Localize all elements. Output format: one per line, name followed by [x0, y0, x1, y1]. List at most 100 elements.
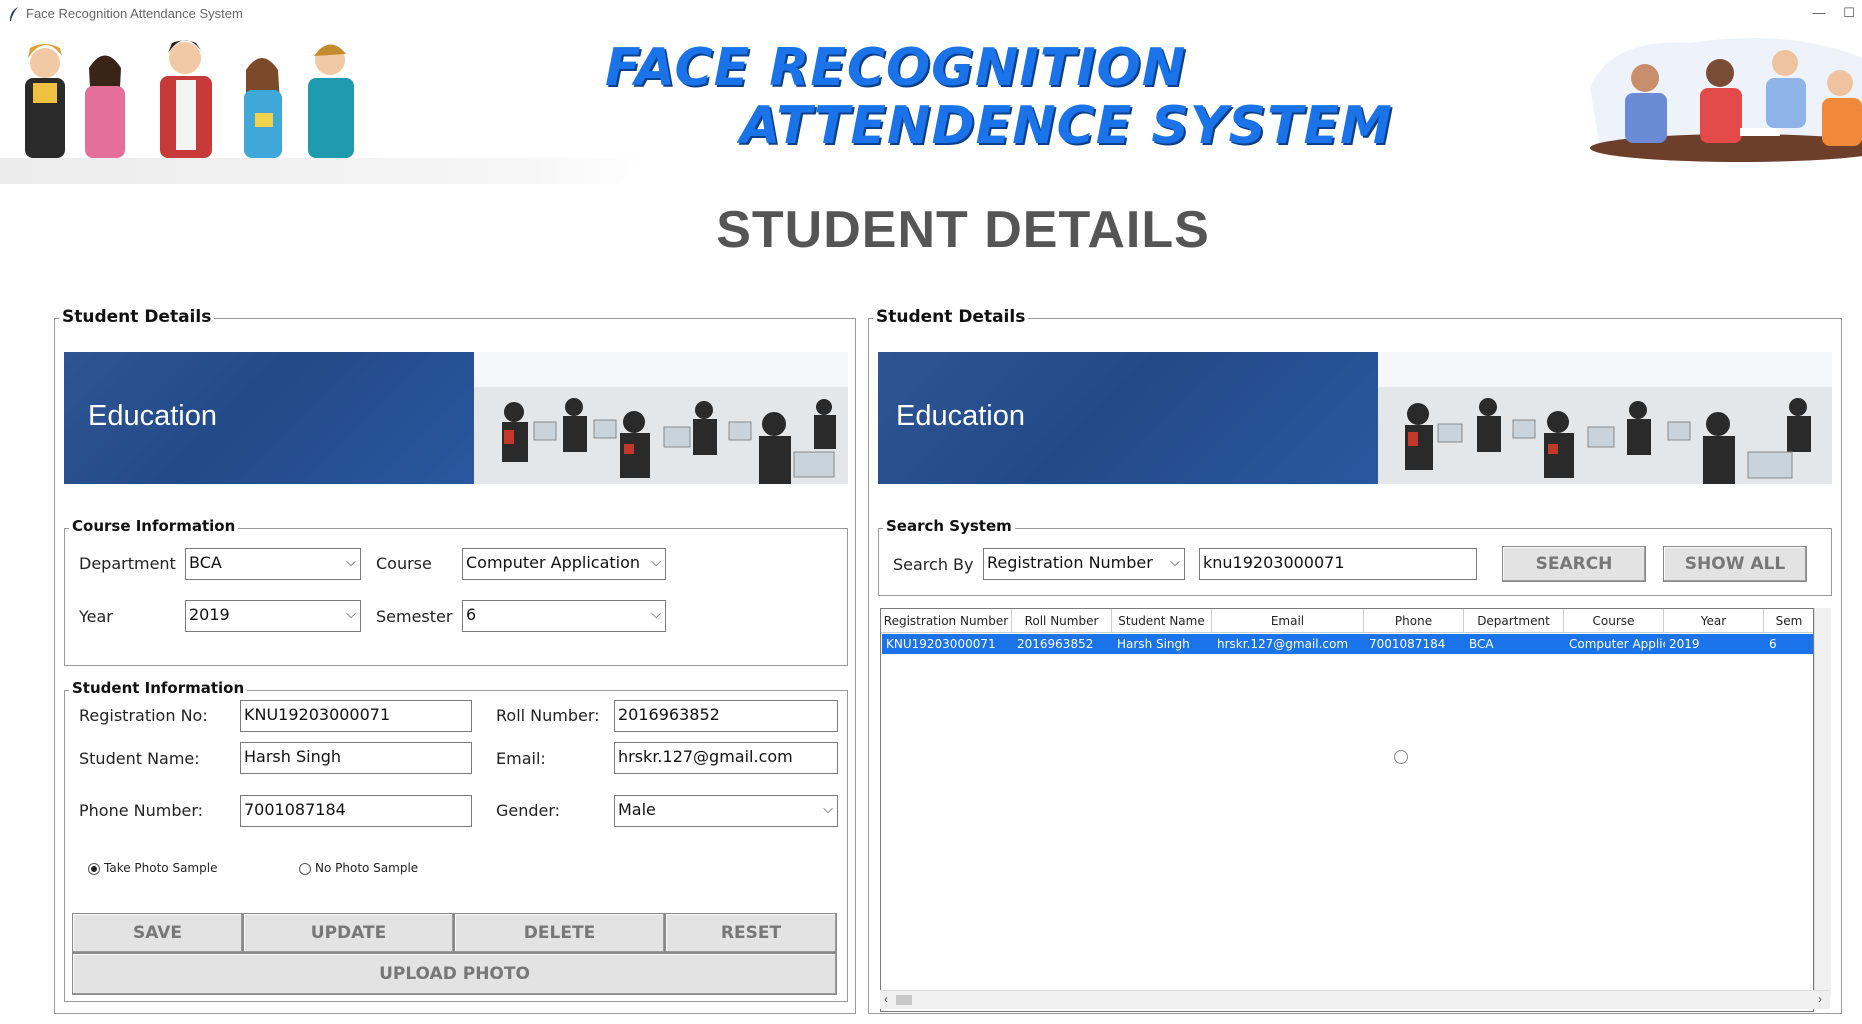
column-header[interactable]: Phone [1364, 609, 1464, 633]
gender-value: Male [618, 800, 656, 819]
table-row-selected[interactable]: KNU19203000071 2016963852 Harsh Singh hr… [882, 634, 1813, 654]
search-by-select[interactable]: Registration Number ⌵ [983, 548, 1185, 580]
table-cell: Computer Applic [1569, 637, 1665, 651]
page-title: STUDENT DETAILS [716, 201, 1210, 259]
vertical-scrollbar[interactable] [1814, 608, 1831, 996]
roll-number-label: Roll Number: [496, 706, 600, 725]
student-name-label: Student Name: [79, 749, 200, 768]
chevron-down-icon: ⌵ [346, 607, 356, 622]
student-name-input[interactable]: Harsh Singh [240, 742, 472, 774]
department-value: BCA [189, 553, 222, 572]
department-select[interactable]: BCA ⌵ [185, 548, 361, 580]
email-input[interactable]: hrskr.127@gmail.com [614, 742, 838, 774]
table-cell: 6 [1769, 637, 1777, 651]
loading-cursor-icon [1394, 750, 1408, 764]
column-header[interactable]: Roll Number [1012, 609, 1112, 633]
email-value: hrskr.127@gmail.com [618, 747, 793, 766]
meeting-illustration [1590, 38, 1862, 162]
semester-label: Semester [376, 607, 453, 626]
save-button[interactable]: SAVE [72, 913, 243, 953]
column-header[interactable]: Course [1564, 609, 1664, 633]
table-cell: hrskr.127@gmail.com [1217, 637, 1349, 651]
right-banner-text: Education [896, 400, 1025, 432]
student-table[interactable]: Registration Number Roll Number Student … [880, 608, 1814, 1012]
no-photo-radio-label: No Photo Sample [315, 861, 419, 875]
gender-label: Gender: [496, 801, 561, 820]
scroll-left-icon[interactable]: ‹ [884, 992, 888, 1006]
table-cell: Harsh Singh [1117, 637, 1190, 651]
scroll-thumb[interactable] [896, 995, 912, 1005]
phone-number-value: 7001087184 [244, 800, 346, 819]
maximize-button[interactable]: ☐ [1838, 2, 1860, 24]
roll-number-input[interactable]: 2016963852 [614, 700, 838, 732]
department-label: Department [79, 554, 176, 573]
course-label: Course [376, 554, 432, 573]
window-titlebar: Face Recognition Attendance System — ☐ [0, 0, 1862, 28]
delete-button[interactable]: DELETE [454, 913, 665, 953]
hero-title-line2: ATTENDENCE SYSTEM [740, 96, 1393, 156]
minimize-button[interactable]: — [1808, 2, 1830, 24]
semester-select[interactable]: 6 ⌵ [462, 600, 666, 632]
take-photo-radio[interactable]: Take Photo Sample [88, 861, 217, 875]
chevron-down-icon: ⌵ [346, 555, 356, 570]
app-feather-icon [10, 7, 18, 21]
left-education-banner: Education [64, 352, 848, 484]
hero-title-line1: FACE RECOGNITION [605, 38, 1187, 98]
left-banner-text: Education [88, 400, 217, 432]
search-by-label: Search By [893, 555, 974, 574]
hero-title: FACE RECOGNITION ATTENDENCE SYSTEM [600, 38, 1392, 158]
roll-number-value: 2016963852 [618, 705, 720, 724]
scroll-right-icon[interactable]: › [1818, 992, 1822, 1006]
year-value: 2019 [189, 605, 230, 624]
reset-button[interactable]: RESET [665, 913, 837, 953]
right-frame-legend: Student Details [873, 307, 1029, 327]
update-button[interactable]: UPDATE [243, 913, 454, 953]
no-photo-radio[interactable]: No Photo Sample [299, 861, 418, 875]
right-classroom-photo [1378, 352, 1832, 484]
chevron-down-icon: ⌵ [1170, 555, 1180, 570]
students-illustration [25, 40, 354, 158]
student-name-value: Harsh Singh [244, 747, 342, 766]
column-header[interactable]: Registration Number [881, 609, 1012, 633]
search-button[interactable]: SEARCH [1502, 546, 1646, 582]
year-label: Year [79, 607, 113, 626]
email-label: Email: [496, 749, 546, 768]
take-photo-radio-label: Take Photo Sample [104, 861, 218, 875]
right-education-banner: Education [878, 352, 1832, 484]
column-header[interactable]: Sem [1764, 609, 1813, 633]
chevron-down-icon: ⌵ [823, 802, 833, 817]
upload-photo-button[interactable]: UPLOAD PHOTO [72, 953, 837, 995]
chevron-down-icon: ⌵ [651, 555, 661, 570]
search-input[interactable]: knu19203000071 [1199, 548, 1477, 580]
registration-input[interactable]: KNU19203000071 [240, 700, 472, 732]
table-cell: 2016963852 [1017, 637, 1094, 651]
column-header[interactable]: Department [1464, 609, 1564, 633]
left-frame-legend: Student Details [59, 307, 215, 327]
registration-value: KNU19203000071 [244, 705, 391, 724]
course-select[interactable]: Computer Application ⌵ [462, 548, 666, 580]
column-header[interactable]: Email [1212, 609, 1364, 633]
student-information-legend: Student Information [69, 679, 248, 697]
search-input-value: knu19203000071 [1203, 553, 1345, 572]
course-information-legend: Course Information [69, 517, 239, 535]
radio-unselected-icon [299, 862, 311, 875]
course-information-frame: Course Information [64, 517, 848, 666]
course-value: Computer Application [466, 553, 641, 572]
horizontal-scrollbar[interactable]: ‹ › [880, 990, 1830, 1009]
table-cell: 7001087184 [1369, 637, 1446, 651]
gender-select[interactable]: Male ⌵ [614, 795, 838, 827]
phone-number-input[interactable]: 7001087184 [240, 795, 472, 827]
show-all-button[interactable]: SHOW ALL [1663, 546, 1807, 582]
column-header[interactable]: Student Name [1112, 609, 1212, 633]
semester-value: 6 [466, 605, 477, 624]
table-cell: 2019 [1669, 637, 1700, 651]
table-cell: BCA [1469, 637, 1494, 651]
window-title: Face Recognition Attendance System [26, 6, 243, 21]
left-classroom-photo [474, 352, 848, 484]
registration-label: Registration No: [79, 706, 208, 725]
table-cell: KNU19203000071 [886, 637, 996, 651]
year-select[interactable]: 2019 ⌵ [185, 600, 361, 632]
search-system-legend: Search System [883, 517, 1015, 535]
radio-selected-icon [88, 862, 100, 875]
column-header[interactable]: Year [1664, 609, 1764, 633]
